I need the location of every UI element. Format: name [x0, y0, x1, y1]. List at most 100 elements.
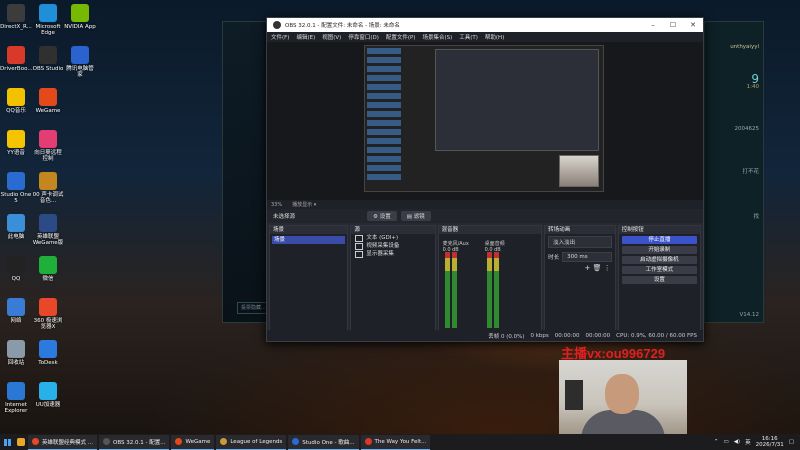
app-icon	[39, 130, 57, 148]
desktop-icon[interactable]: QQ	[0, 256, 32, 282]
sources-dock: 源 文本 (GDI+) 视频采集设备 显示器采集 + 🗑 ⚙ ⌃ ⌄	[350, 225, 436, 341]
menu-file[interactable]: 文件(F)	[271, 33, 289, 41]
menu-profile[interactable]: 配置文件(P)	[386, 33, 416, 41]
desktop-icon[interactable]: 英雄联盟WeGame版	[32, 214, 64, 246]
transition-select[interactable]: 淡入淡出	[548, 236, 612, 248]
desktop-icon[interactable]: NVIDIA App	[64, 4, 96, 30]
clock[interactable]: 16:16 2026/7/31	[756, 436, 784, 448]
desktop-icon[interactable]: 微信	[32, 256, 64, 282]
properties-button[interactable]: ⚙ 设置	[367, 211, 397, 221]
menu-tools[interactable]: 工具(T)	[459, 33, 478, 41]
source-item[interactable]: 显示器采集	[351, 250, 434, 258]
menu-docks[interactable]: 停靠窗口(D)	[348, 33, 379, 41]
desktop-icon-label: QQ音乐	[6, 108, 26, 114]
zoom-hint[interactable]: 播放显示 ▾	[292, 201, 316, 208]
app-icon	[7, 340, 25, 358]
taskbar-pin[interactable]	[14, 434, 28, 450]
cpu-fps: CPU: 0.9%, 60.00 / 60.00 FPS	[616, 332, 697, 339]
chevron-up-icon[interactable]: ⌃	[714, 439, 719, 445]
zoom-level[interactable]: 33%	[271, 202, 282, 208]
desktop-icon[interactable]: 00 声卡调试音色...	[32, 172, 64, 204]
app-icon	[220, 438, 228, 445]
volume-icon[interactable]: ◀)	[734, 439, 740, 445]
zoom-bar: 33% 播放显示 ▾	[267, 200, 703, 209]
maximize-icon[interactable]: ☐	[663, 21, 683, 29]
minimize-icon[interactable]: –	[643, 21, 663, 29]
trash-icon[interactable]: 🗑	[593, 264, 602, 272]
menu-view[interactable]: 视图(V)	[322, 33, 341, 41]
app-icon	[39, 46, 57, 64]
obs-window[interactable]: OBS 32.0.1 - 配置文件: 未命名 - 场景: 未命名 – ☐ ✕ 文…	[266, 17, 704, 342]
desktop-icon[interactable]: DriverBoo...	[0, 46, 33, 72]
menu-edit[interactable]: 编辑(E)	[296, 33, 315, 41]
controls-dock: 控制按钮 停止直播 开始录制 启动虚拟摄像机 工作室模式 设置	[617, 225, 701, 341]
close-icon[interactable]: ✕	[683, 21, 703, 29]
desktop-icon[interactable]: WeGame	[32, 88, 64, 114]
menu-help[interactable]: 帮助(H)	[485, 33, 504, 41]
desktop-icon[interactable]: 360 极速浏览器X	[32, 298, 64, 330]
desktop-icon[interactable]: 此电脑	[0, 214, 32, 240]
desktop-icon-label: 英雄联盟WeGame版	[32, 234, 64, 246]
menu-dots-icon[interactable]: ⋮	[604, 264, 611, 272]
desktop-icon[interactable]: QQ音乐	[0, 88, 32, 114]
settings-button[interactable]: 设置	[621, 276, 697, 284]
desktop-icon[interactable]: Microsoft Edge	[32, 4, 64, 36]
desktop-icon-label: 360 极速浏览器X	[33, 318, 63, 330]
taskbar-app[interactable]: WeGame	[171, 434, 215, 450]
taskbar-app[interactable]: OBS 32.0.1 - 配置...	[99, 434, 170, 450]
taskbar-app[interactable]: Studio One - 歌曲...	[288, 434, 359, 450]
filters-button[interactable]: ▤ 滤镜	[400, 211, 431, 221]
channel-name: 麦克风/Aux	[442, 241, 469, 247]
stop-streaming-button[interactable]: 停止直播	[621, 236, 697, 244]
virtual-camera-button[interactable]: 启动虚拟摄像机	[621, 256, 697, 264]
notification-icon[interactable]: ▢	[789, 439, 794, 445]
desktop-icon-label: 此电脑	[7, 234, 25, 240]
obs-titlebar[interactable]: OBS 32.0.1 - 配置文件: 未命名 - 场景: 未命名 – ☐ ✕	[267, 18, 703, 32]
desktop-icon-label: DirectX_R...	[0, 24, 32, 30]
desktop-icon[interactable]: 腾讯电脑管家	[64, 46, 96, 78]
mixer-channel[interactable]: 桌面音频 0.0 dB	[485, 240, 507, 328]
add-icon[interactable]: +	[585, 264, 591, 272]
desktop-icon[interactable]: 网络	[0, 298, 32, 324]
desktop-icon[interactable]: 向日葵远程控制	[32, 130, 64, 162]
source-item[interactable]: 视频采集设备	[351, 242, 434, 250]
app-icon	[71, 46, 89, 64]
desktop-icon[interactable]: OBS Studio	[32, 46, 64, 72]
desktop-icon[interactable]: Studio One 5	[0, 172, 32, 204]
desktop-icon[interactable]: Internet Explorer	[0, 382, 32, 414]
scene-item[interactable]: 场景	[272, 236, 346, 244]
source-item[interactable]: 文本 (GDI+)	[351, 234, 434, 242]
taskbar-app-label: Studio One - 歌曲...	[302, 439, 355, 446]
start-recording-button[interactable]: 开始录制	[621, 246, 697, 254]
camera-icon	[355, 242, 364, 250]
obs-preview[interactable]	[267, 42, 703, 200]
taskbar-app[interactable]: The Way You Felt...	[360, 434, 431, 450]
app-icon	[7, 46, 25, 64]
desktop-icon[interactable]: DirectX_R...	[0, 4, 32, 30]
preview-canvas[interactable]	[364, 45, 604, 192]
input-language[interactable]: 英	[745, 438, 751, 446]
desktop-icon[interactable]: YY语音	[0, 130, 32, 156]
scenes-dock-title: 场景	[270, 226, 348, 234]
menu-scene-collection[interactable]: 场景集合(S)	[422, 33, 452, 41]
taskbar-app[interactable]: 英雄联盟经典模式 ...	[28, 434, 97, 450]
duration-input[interactable]: 300 ms	[562, 252, 612, 262]
start-button[interactable]	[0, 434, 14, 450]
app-icon	[71, 4, 89, 22]
desktop-icon-label: 网络	[10, 318, 22, 324]
app-icon	[39, 214, 57, 232]
source-toolbar: 未选择源 ⚙ 设置 ▤ 滤镜	[267, 209, 703, 223]
taskbar-apps: 英雄联盟经典模式 ... OBS 32.0.1 - 配置... WeGame Leag…	[28, 434, 432, 450]
mixer-channel[interactable]: 麦克风/Aux 0.0 dB	[442, 240, 469, 328]
desktop-icon[interactable]: 回收站	[0, 340, 32, 366]
volume-slider[interactable]	[493, 252, 499, 328]
studio-mode-button[interactable]: 工作室模式	[621, 266, 697, 274]
desktop-icon[interactable]: UU加速器	[32, 382, 64, 408]
obs-menubar: 文件(F) 编辑(E) 视图(V) 停靠窗口(D) 配置文件(P) 场景集合(S…	[267, 32, 703, 42]
app-icon	[7, 4, 25, 22]
taskbar-app-label: League of Legends	[230, 438, 283, 445]
taskbar-app[interactable]: League of Legends	[216, 434, 287, 450]
volume-slider[interactable]	[451, 252, 457, 328]
network-icon[interactable]: ▭	[723, 439, 728, 445]
desktop-icon[interactable]: ToDesk	[32, 340, 64, 366]
